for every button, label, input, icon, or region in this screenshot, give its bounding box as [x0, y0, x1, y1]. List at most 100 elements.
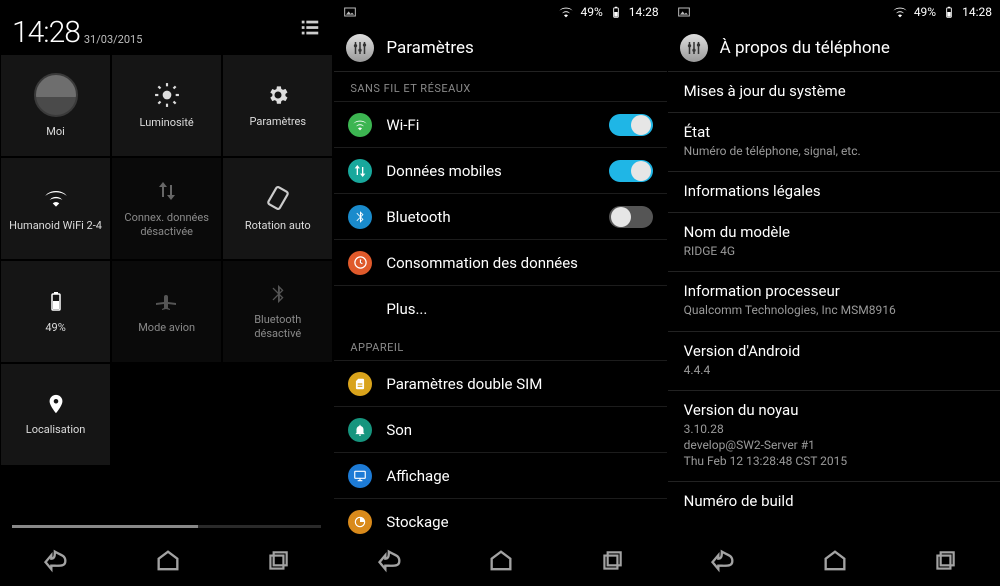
- tile-label: Moi: [46, 125, 65, 138]
- row-bluetooth[interactable]: Bluetooth: [334, 193, 666, 239]
- status-time: 14:28: [629, 5, 659, 19]
- wifi-icon: [348, 113, 372, 137]
- tile-label: Paramètres: [249, 115, 306, 128]
- rotation-icon: [265, 185, 291, 211]
- data-arrows-icon: [155, 179, 179, 203]
- row-legal[interactable]: Informations légales: [668, 172, 1000, 213]
- nav-recent-icon[interactable]: [932, 548, 958, 574]
- location-icon: [45, 393, 67, 415]
- row-label: Affichage: [386, 467, 652, 485]
- tile-label: Bluetooth désactivé: [254, 313, 301, 339]
- clock-time: 14:28: [12, 15, 80, 50]
- appbar-title: Paramètres: [386, 38, 473, 58]
- tile-label: Humanoid WiFi 2-4: [9, 219, 102, 232]
- tile-settings[interactable]: Paramètres: [222, 54, 333, 157]
- bell-icon: [348, 418, 372, 442]
- nav-back-icon[interactable]: [376, 547, 404, 575]
- tile-airplane[interactable]: Mode avion: [111, 260, 222, 363]
- clock-date: 31/03/2015: [84, 33, 143, 46]
- row-mobile-data[interactable]: Données mobiles: [334, 147, 666, 193]
- tile-label: Mode avion: [138, 321, 195, 334]
- tile-me[interactable]: Moi: [0, 54, 111, 157]
- monitor-icon: [348, 464, 372, 488]
- data-arrows-icon: [348, 159, 372, 183]
- status-wifi-icon: [892, 4, 908, 20]
- row-data-usage[interactable]: Consommation des données: [334, 239, 666, 285]
- tile-wifi[interactable]: Humanoid WiFi 2-4: [0, 157, 111, 260]
- row-cpu[interactable]: Information processeur Qualcomm Technolo…: [668, 272, 1000, 331]
- bluetooth-icon: [267, 283, 289, 305]
- appbar-title: À propos du téléphone: [720, 38, 890, 58]
- avatar-icon: [34, 73, 78, 117]
- settings-app-icon: [346, 34, 374, 62]
- row-label: Données mobiles: [386, 162, 594, 180]
- storage-icon: [348, 510, 372, 534]
- toggle-mobile-data[interactable]: [609, 160, 653, 182]
- nav-home-icon[interactable]: [821, 547, 849, 575]
- battery-icon: [44, 289, 68, 313]
- appbar: Paramètres: [334, 24, 666, 72]
- row-build-number[interactable]: Numéro de build: [668, 482, 1000, 514]
- tile-label: Luminosité: [140, 116, 194, 129]
- status-battery-pct: 49%: [580, 5, 602, 19]
- nav-recent-icon[interactable]: [265, 548, 291, 574]
- row-wifi[interactable]: Wi-Fi: [334, 101, 666, 147]
- gallery-notification-icon: [676, 4, 692, 20]
- row-label: Plus...: [386, 300, 652, 318]
- row-display[interactable]: Affichage: [334, 452, 666, 498]
- settings-app-icon: [680, 34, 708, 62]
- tile-brightness[interactable]: Luminosité: [111, 54, 222, 157]
- row-sound[interactable]: Son: [334, 406, 666, 452]
- bluetooth-icon: [348, 205, 372, 229]
- row-label: Wi-Fi: [386, 116, 594, 134]
- tile-label: Localisation: [26, 423, 86, 436]
- tile-bluetooth[interactable]: Bluetooth désactivé: [222, 260, 333, 363]
- nav-home-icon[interactable]: [154, 547, 182, 575]
- status-battery-pct: 49%: [914, 5, 936, 19]
- status-bar: 49% 14:28: [668, 0, 1000, 24]
- navbar: [334, 536, 666, 586]
- gallery-notification-icon: [342, 4, 358, 20]
- row-status[interactable]: État Numéro de téléphone, signal, etc.: [668, 113, 1000, 172]
- quick-settings-panel: 14:28 31/03/2015 Moi Luminosité Paramètr…: [0, 0, 333, 586]
- row-android-version[interactable]: Version d'Android 4.4.4: [668, 332, 1000, 391]
- row-more[interactable]: Plus...: [334, 285, 666, 331]
- tile-mobile-data[interactable]: Connex. données désactivée: [111, 157, 222, 260]
- nav-home-icon[interactable]: [487, 547, 515, 575]
- tile-location[interactable]: Localisation: [0, 363, 111, 466]
- status-battery-icon: [942, 5, 956, 19]
- wifi-icon: [43, 185, 69, 211]
- row-model[interactable]: Nom du modèle RIDGE 4G: [668, 213, 1000, 272]
- row-kernel-version[interactable]: Version du noyau 3.10.28 develop@SW2-Ser…: [668, 391, 1000, 483]
- navbar: [0, 536, 333, 586]
- tile-label: Connex. données désactivée: [124, 211, 208, 237]
- row-system-updates[interactable]: Mises à jour du système: [668, 72, 1000, 113]
- tile-label: 49%: [45, 321, 65, 334]
- tile-label: Rotation auto: [245, 219, 311, 232]
- toggle-wifi[interactable]: [609, 114, 653, 136]
- tile-rotation[interactable]: Rotation auto: [222, 157, 333, 260]
- settings-screen: 49% 14:28 Paramètres SANS FIL ET RÉSEAUX…: [333, 0, 666, 586]
- scroll-indicator: [12, 525, 321, 528]
- row-dual-sim[interactable]: Paramètres double SIM: [334, 360, 666, 406]
- row-label: Bluetooth: [386, 208, 594, 226]
- nav-back-icon[interactable]: [42, 547, 70, 575]
- status-time: 14:28: [962, 5, 992, 19]
- nav-back-icon[interactable]: [709, 547, 737, 575]
- status-wifi-icon: [558, 4, 574, 20]
- about-phone-screen: 49% 14:28 À propos du téléphone Mises à …: [667, 0, 1000, 586]
- row-label: Paramètres double SIM: [386, 375, 652, 393]
- section-header-wireless: SANS FIL ET RÉSEAUX: [334, 72, 666, 101]
- status-battery-icon: [609, 5, 623, 19]
- airplane-icon: [155, 289, 179, 313]
- status-bar: 49% 14:28: [334, 0, 666, 24]
- quick-settings-toggle-icon[interactable]: [299, 17, 321, 39]
- nav-recent-icon[interactable]: [599, 548, 625, 574]
- section-header-device: APPAREIL: [334, 331, 666, 360]
- brightness-icon: [154, 82, 180, 108]
- toggle-bluetooth[interactable]: [609, 206, 653, 228]
- sim-icon: [348, 372, 372, 396]
- navbar: [668, 536, 1000, 586]
- tile-battery[interactable]: 49%: [0, 260, 111, 363]
- row-label: Stockage: [386, 513, 652, 531]
